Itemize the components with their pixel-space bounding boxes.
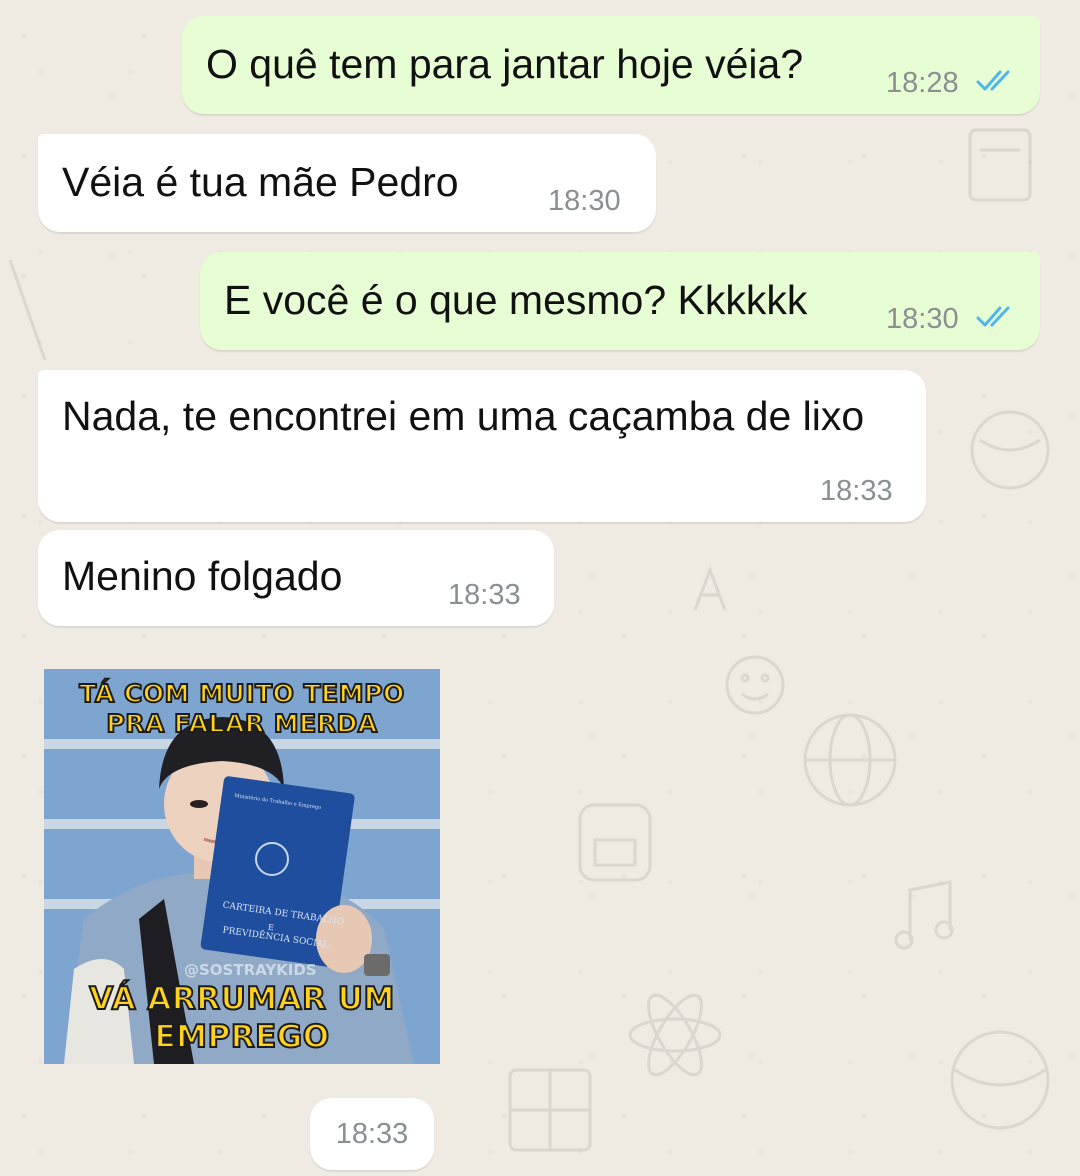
message-bubble-incoming[interactable]: Nada, te encontrei em uma caçamba de lix…: [38, 370, 926, 522]
double-check-icon: [976, 70, 1010, 91]
sticker-caption-top: PRA FALAR MERDA: [105, 708, 378, 739]
sticker-image[interactable]: TÁ COM MUITO TEMPO PRA FALAR MERDA Minis…: [44, 669, 440, 1064]
message-text: O quê tem para jantar hoje véia?: [206, 41, 804, 87]
smiley-doodle-icon: [725, 655, 785, 715]
pencil-doodle-icon: [8, 259, 47, 361]
ball-doodle-icon: [970, 410, 1050, 490]
calculator-doodle-icon: [508, 1068, 592, 1152]
booklet-title: E: [267, 922, 275, 933]
atom-doodle-icon: [628, 993, 722, 1077]
sticker-caption-bottom: VÁ ARRUMAR UM: [88, 980, 395, 1018]
sticker-timestamp: 18:33: [310, 1098, 434, 1170]
sticker-watermark: @SOSTRAYKIDS: [184, 961, 317, 979]
sticker-caption-top: TÁ COM MUITO TEMPO: [78, 678, 405, 709]
message-bubble-outgoing[interactable]: E você é o que mesmo? Kkkkkk 18:30: [200, 252, 1040, 350]
message-text: Nada, te encontrei em uma caçamba de lix…: [62, 393, 865, 439]
message-timestamp: 18:30: [548, 185, 621, 217]
message-timestamp: 18:30: [886, 303, 959, 335]
ball-doodle-icon: [950, 1030, 1050, 1130]
double-check-icon: [976, 306, 1010, 327]
doodle-icon: [968, 128, 1032, 202]
sticker-caption-bottom: EMPREGO: [153, 1018, 330, 1056]
abc-doodle-icon: [693, 565, 727, 611]
backpack-doodle-icon: [578, 803, 652, 882]
message-timestamp: 18:33: [448, 579, 521, 611]
message-text: E você é o que mesmo? Kkkkkk: [224, 277, 808, 323]
music-note-doodle-icon: [894, 880, 954, 950]
message-bubble-outgoing[interactable]: O quê tem para jantar hoje véia? 18:28: [182, 16, 1040, 114]
message-text: Véia é tua mãe Pedro: [62, 159, 459, 205]
message-timestamp: 18:28: [886, 67, 959, 99]
globe-doodle-icon: [803, 713, 897, 807]
message-bubble-incoming[interactable]: Menino folgado 18:33: [38, 530, 554, 626]
message-timestamp: 18:33: [820, 475, 893, 507]
message-text: Menino folgado: [62, 553, 343, 599]
message-bubble-incoming[interactable]: Véia é tua mãe Pedro 18:30: [38, 134, 656, 232]
